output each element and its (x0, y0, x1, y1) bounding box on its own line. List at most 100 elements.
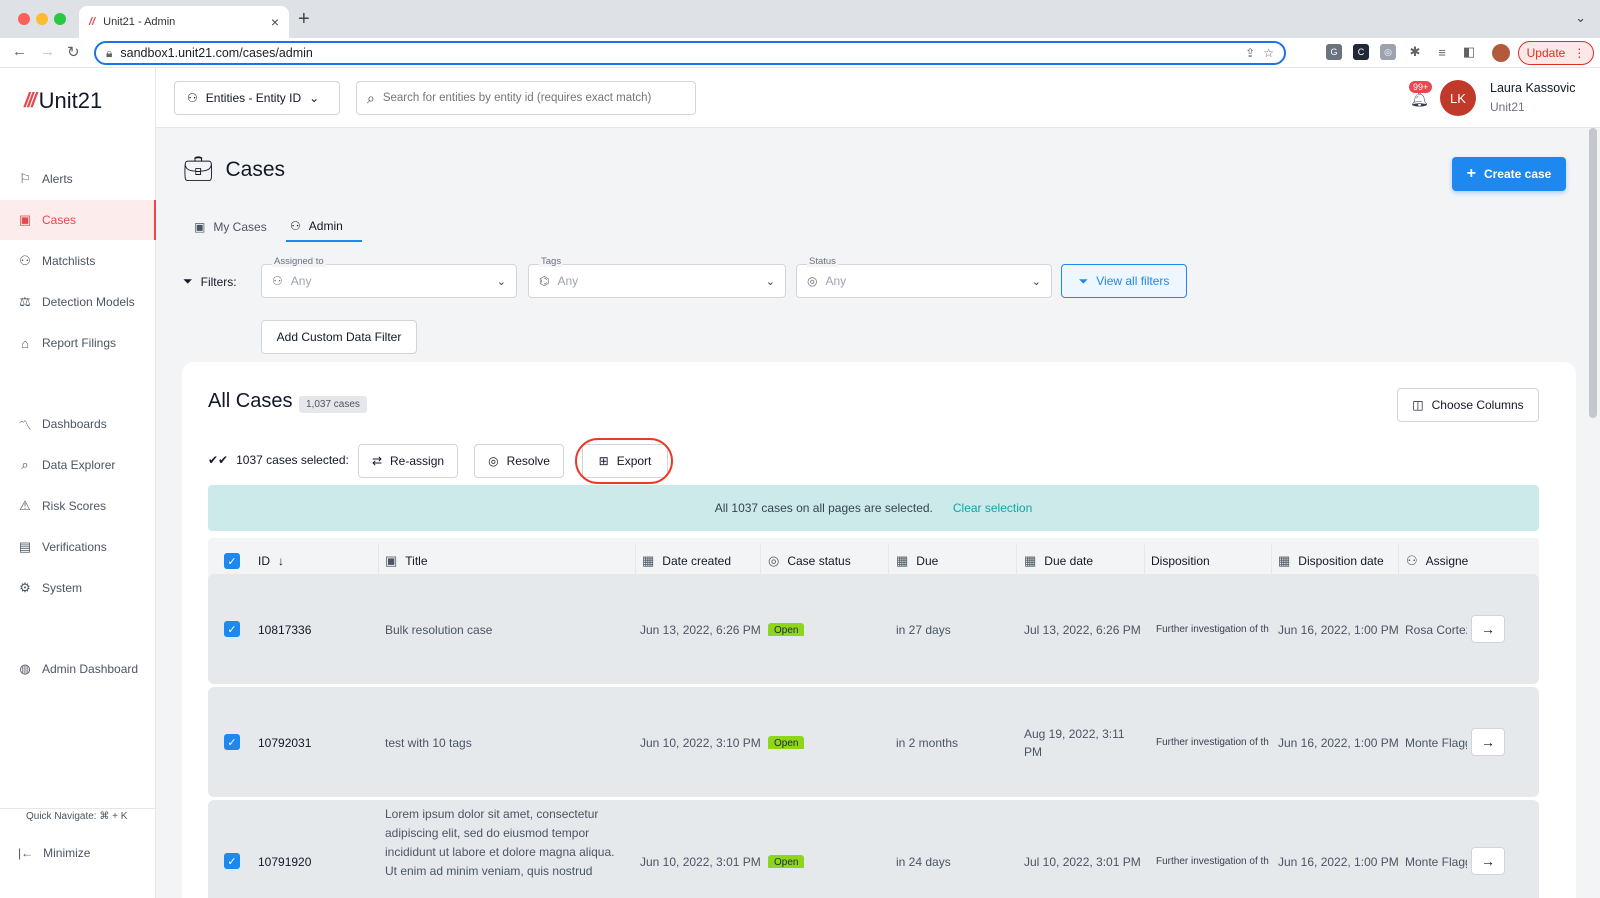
sidebar-item-label: Matchlists (42, 254, 96, 268)
search-icon: ⌕ (367, 89, 375, 106)
add-custom-data-filter-button[interactable]: Add Custom Data Filter (261, 320, 417, 354)
browser-profile-avatar[interactable] (1492, 44, 1510, 62)
column-separator (1398, 544, 1399, 578)
case-id[interactable]: 10792031 (258, 736, 311, 750)
sidebar-item-detection-models[interactable]: ⚖ Detection Models (0, 282, 156, 322)
entity-search-input[interactable] (382, 92, 673, 104)
chart-icon: 〽 (18, 417, 32, 433)
tags-filter[interactable]: Tags ⌬ Any ⌄ (528, 256, 786, 298)
column-label: Due date (1044, 554, 1093, 568)
puzzle-icon[interactable]: ✱ (1407, 44, 1423, 60)
column-separator (760, 544, 761, 578)
share-icon[interactable]: ⇪ (1245, 46, 1255, 60)
column-label: Date created (662, 554, 732, 568)
sidebar-item-dashboards[interactable]: 〽 Dashboards (0, 404, 156, 444)
row-checkbox[interactable]: ✓ (224, 621, 240, 637)
chevron-down-icon: ⌄ (309, 91, 320, 105)
sidebar-item-verifications[interactable]: ▤ Verifications (0, 527, 156, 567)
minimize-window-button[interactable] (36, 13, 48, 25)
url-field[interactable]: 🔒︎ sandbox1.unit21.com/cases/admin ⇪ ☆ (94, 41, 1286, 65)
reassign-icon: ⇄ (371, 454, 383, 468)
page-scrollbar[interactable] (1589, 128, 1597, 418)
entity-search-box[interactable]: ⌕ (356, 81, 696, 115)
browser-tab[interactable]: // Unit21 - Admin × (79, 6, 289, 38)
row-checkbox[interactable]: ✓ (224, 734, 240, 750)
warning-icon: ⚠ (19, 498, 31, 513)
date-created: Jun 10, 2022, 3:10 PM (640, 736, 761, 750)
sidebar-item-cases[interactable]: ▣ Cases (0, 200, 156, 240)
bookmark-star-icon[interactable]: ☆ (1263, 46, 1274, 60)
sidebar-item-label: System (42, 581, 83, 595)
case-status: Open (768, 622, 805, 636)
table-row[interactable]: ✓ 10792031 test with 10 tags Jun 10, 202… (208, 687, 1539, 797)
sidebar-item-alerts[interactable]: ⚐ Alerts (0, 159, 156, 199)
extension-icon[interactable]: ◎ (1380, 44, 1396, 60)
gear-icon: ⚙ (19, 580, 31, 595)
reassign-label: Re-assign (390, 454, 445, 468)
open-case-arrow-icon[interactable]: → (1471, 615, 1505, 643)
update-label: Update (1526, 46, 1566, 60)
media-control-icon[interactable]: ≡ (1434, 44, 1450, 60)
sidebar-item-admin-dashboard[interactable]: ◍ Admin Dashboard (0, 649, 156, 689)
case-title-line[interactable]: Ut enim ad minim veniam, quis nostrud (385, 864, 592, 878)
sidebar-item-system[interactable]: ⚙ System (0, 568, 156, 608)
double-check-icon: ✔✔ (208, 453, 229, 467)
open-case-arrow-icon[interactable]: → (1471, 847, 1505, 875)
case-title[interactable]: Bulk resolution case (385, 623, 492, 637)
extension-icon[interactable]: G (1326, 44, 1342, 60)
assigned-to-filter[interactable]: Assigned to ⚇ Any ⌄ (261, 256, 517, 298)
check-icon: ✓ (224, 553, 240, 569)
check-icon: ✓ (224, 621, 240, 637)
sidebar-item-matchlists[interactable]: ⚇ Matchlists (0, 241, 156, 281)
page-title-text: Cases (225, 157, 285, 181)
column-separator (888, 544, 889, 578)
user-icon: ⚇ (187, 91, 198, 105)
new-tab-button[interactable]: + (298, 8, 310, 31)
clear-selection-link[interactable]: Clear selection (953, 501, 1032, 515)
case-title[interactable]: test with 10 tags (385, 736, 472, 750)
browser-update-button[interactable]: Update ⋮ (1518, 41, 1594, 65)
reload-icon[interactable]: ↻ (67, 43, 80, 61)
table-row[interactable]: ✓ 10791920 Lorem ipsum dolor sit amet, c… (208, 800, 1539, 898)
case-id[interactable]: 10817336 (258, 623, 311, 637)
maximize-window-button[interactable] (54, 13, 66, 25)
choose-columns-button[interactable]: ◫ Choose Columns (1397, 388, 1539, 422)
view-all-filters-button[interactable]: ⏷ View all filters (1061, 264, 1187, 298)
status-badge: Open (768, 623, 805, 636)
open-case-arrow-icon[interactable]: → (1471, 728, 1505, 756)
tab-my-cases[interactable]: ▣ My Cases (190, 212, 271, 242)
unit21-logo[interactable]: /// Unit21 (24, 88, 102, 114)
case-id[interactable]: 10791920 (258, 855, 311, 869)
create-case-button[interactable]: + Create case (1452, 157, 1566, 191)
tab-title: Unit21 - Admin (103, 16, 176, 28)
sidebar-item-risk-scores[interactable]: ⚠ Risk Scores (0, 486, 156, 526)
sidebar-item-data-explorer[interactable]: ⌕ Data Explorer (0, 445, 156, 485)
status-filter[interactable]: Status ◎ Any ⌄ (796, 256, 1052, 298)
close-tab-icon[interactable]: × (271, 14, 279, 30)
close-window-button[interactable] (18, 13, 30, 25)
entity-type-dropdown[interactable]: ⚇ Entities - Entity ID ⌄ (174, 81, 340, 115)
sidebar-item-report-filings[interactable]: ⌂ Report Filings (0, 323, 156, 363)
data-explorer-icon: ⌕ (21, 457, 29, 472)
tab-admin[interactable]: ⚇ Admin (286, 212, 362, 242)
tab-search-chevron-icon[interactable]: ⌄ (1575, 10, 1586, 26)
due: in 24 days (896, 855, 951, 869)
user-avatar[interactable]: LK (1440, 80, 1476, 116)
back-arrow-icon[interactable]: ← (12, 43, 27, 60)
resolve-button[interactable]: ◎ Resolve (474, 444, 564, 478)
briefcase-icon: ▣ (385, 553, 398, 568)
lock-icon[interactable]: 🔒︎ (106, 46, 112, 61)
side-panel-icon[interactable]: ◧ (1461, 44, 1477, 60)
column-label: Title (405, 554, 428, 568)
extensions-area: G C ◎ ✱ ≡ ◧ (1326, 44, 1477, 60)
column-separator (635, 544, 636, 578)
reassign-button[interactable]: ⇄ Re-assign (358, 444, 458, 478)
case-title-line[interactable]: adipiscing elit, sed do eiusmod tempor (385, 826, 589, 840)
case-title-line[interactable]: incididunt ut labore et dolore magna ali… (385, 845, 615, 859)
table-row[interactable]: ✓ 10817336 Bulk resolution case Jun 13, … (208, 574, 1539, 684)
case-title-line[interactable]: Lorem ipsum dolor sit amet, consectetur (385, 807, 598, 821)
minimize-sidebar-button[interactable]: |← Minimize (18, 846, 90, 860)
extension-icon[interactable]: C (1353, 44, 1369, 60)
row-checkbox[interactable]: ✓ (224, 853, 240, 869)
forward-arrow-icon[interactable]: → (40, 43, 55, 60)
